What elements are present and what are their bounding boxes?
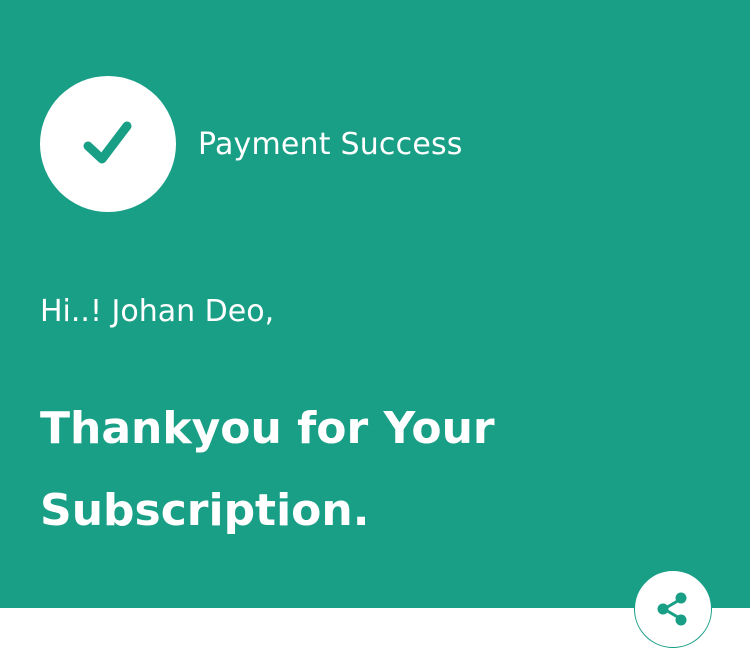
success-banner: Payment Success Hi..! Johan Deo, Thankyo… xyxy=(0,0,750,608)
success-badge xyxy=(40,76,176,212)
checkmark-icon xyxy=(83,121,132,164)
share-icon xyxy=(657,592,687,626)
share-button[interactable] xyxy=(634,570,712,648)
payment-success-screen: Payment Success Hi..! Johan Deo, Thankyo… xyxy=(0,0,750,648)
greeting-text: Hi..! Johan Deo, xyxy=(40,294,275,329)
page-title: Payment Success xyxy=(198,126,463,162)
status-row: Payment Success xyxy=(40,76,463,212)
thank-you-headline: Thankyou for Your Subscription. xyxy=(40,403,495,536)
